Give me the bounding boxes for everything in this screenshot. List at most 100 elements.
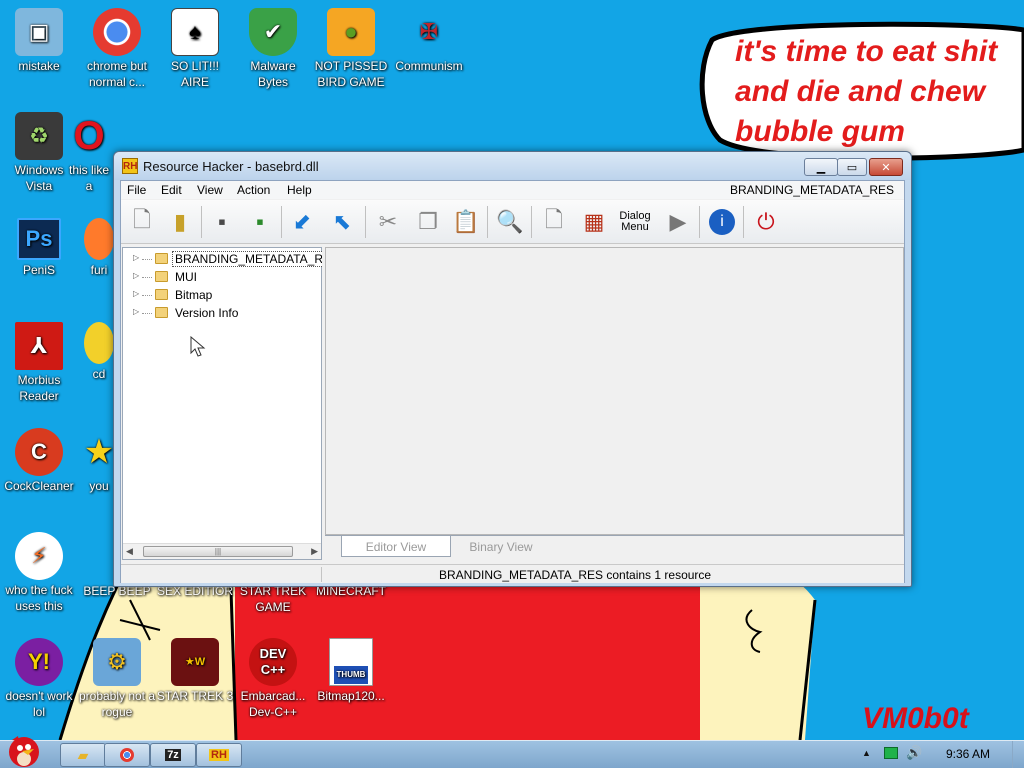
desktop-icon-morbius-reader[interactable]: ⅄ Morbius Reader xyxy=(0,322,78,404)
toolbar-separator xyxy=(281,206,282,238)
desktop-icon-this-like[interactable]: O this like a xyxy=(64,112,114,194)
open-button[interactable]: ▮ xyxy=(163,205,197,239)
monitor-icon: ▣ xyxy=(15,8,63,56)
pdf-icon: ⅄ xyxy=(15,322,63,370)
taskbar-resource-hacker-button[interactable]: RH xyxy=(196,743,242,767)
desktop-icon-chrome[interactable]: chrome but normal c... xyxy=(78,8,156,90)
volume-icon[interactable]: 🔊 xyxy=(906,745,922,761)
system-gears-icon: ⚙ xyxy=(93,638,141,686)
start-button[interactable] xyxy=(2,731,46,768)
bubble-line: and die and chew xyxy=(735,75,986,108)
desktop-icon-cockcleaner[interactable]: C CockCleaner xyxy=(0,428,78,494)
tree-item-mui[interactable]: ▷ MUI xyxy=(123,268,321,286)
toolbar-separator xyxy=(531,206,532,238)
lightning-icon: ⚡ xyxy=(15,532,63,580)
run-button[interactable]: ▶ xyxy=(661,205,695,239)
network-icon[interactable] xyxy=(884,747,898,759)
mouse-cursor-icon xyxy=(190,336,206,357)
tab-editor-view[interactable]: Editor View xyxy=(341,536,451,557)
menu-action[interactable]: Action xyxy=(237,183,270,197)
taskbar-chrome-button[interactable] xyxy=(104,743,150,767)
taskbar-explorer-button[interactable]: ▰ xyxy=(60,743,106,767)
desktop-icon-star-trek-3[interactable]: ★W STAR TREK 3 xyxy=(156,638,234,704)
show-desktop-button[interactable] xyxy=(1012,741,1024,768)
desktop-icon-star-trek-game[interactable]: STAR TREK GAME xyxy=(234,583,312,615)
scrollbar-thumb[interactable]: ||| xyxy=(143,546,293,557)
current-resource-label: BRANDING_METADATA_RES xyxy=(729,183,894,197)
cut-button[interactable]: ✂ xyxy=(371,205,405,239)
toolbar: 🗋 ▮ ▪ ▪ ⬋ ⬉ ✂ ❐ 📋 🔍 🗋 ▦ Dialog Menu ▶ i xyxy=(121,200,904,244)
scroll-right-icon[interactable]: ▶ xyxy=(311,546,318,557)
close-button[interactable]: ✕ xyxy=(869,158,903,176)
minimize-icon: ▁ xyxy=(816,161,826,174)
desktop-icon-penis[interactable]: Ps PeniS xyxy=(0,218,78,278)
forward-button[interactable]: ⬉ xyxy=(325,205,359,239)
save-button[interactable]: ▪ xyxy=(205,205,239,239)
watermark-text: VM0b0t xyxy=(862,702,969,735)
desktop-icon-so-lit[interactable]: ♠ SO LIT!!! AIRE xyxy=(156,8,234,90)
desktop-icon-dev-cpp[interactable]: DEV C++ Embarcad... Dev-C++ xyxy=(234,638,312,720)
new-file-icon: 🗋 xyxy=(133,207,151,232)
menu-edit[interactable]: Edit xyxy=(161,183,182,197)
desktop-icon-malware-bytes[interactable]: ✔ Malware Bytes xyxy=(234,8,312,90)
desktop-icon-mistake[interactable]: ▣ mistake xyxy=(0,8,78,74)
copy-icon: ❐ xyxy=(418,209,438,234)
tree-horizontal-scrollbar[interactable]: ◀ ||| ▶ xyxy=(123,543,321,559)
exit-button[interactable]: ⏻ xyxy=(749,205,783,239)
desktop-icon-not-pissed-bird[interactable]: ● NOT PISSED BIRD GAME xyxy=(312,8,390,90)
back-button[interactable]: ⬋ xyxy=(285,205,319,239)
tab-binary-view[interactable]: Binary View xyxy=(451,536,551,557)
tree-item-branding[interactable]: ▷ BRANDING_METADATA_RES xyxy=(123,250,343,268)
clock[interactable]: 9:36 AM xyxy=(946,747,990,761)
save-as-button[interactable]: ▪ xyxy=(243,205,277,239)
find-button[interactable]: 🔍 xyxy=(493,205,527,239)
expand-icon[interactable]: ▷ xyxy=(133,307,139,316)
toolbar-separator xyxy=(201,206,202,238)
arrow-forward-icon: ⬉ xyxy=(332,209,352,234)
desktop-icon-doesnt-work[interactable]: Y! doesn't work lol xyxy=(0,638,78,720)
desktop-icon-communism[interactable]: ✠ Communism xyxy=(390,8,468,74)
minimize-button[interactable]: ▁ xyxy=(804,158,838,176)
taskbar-7zip-button[interactable]: 7z xyxy=(150,743,196,767)
desktop-icon-bitmap[interactable]: THUMB Bitmap120... xyxy=(312,638,390,704)
tree-connector xyxy=(142,277,152,278)
resource-tree[interactable]: ▷ BRANDING_METADATA_RES ▷ MUI ▷ Bitmap ▷ xyxy=(122,247,343,560)
expand-icon[interactable]: ▷ xyxy=(133,271,139,280)
menu-view[interactable]: View xyxy=(197,183,223,197)
paste-button[interactable]: 📋 xyxy=(449,205,483,239)
desktop-icon-cd[interactable]: cd xyxy=(84,322,114,382)
dialog-menu-button[interactable]: Dialog Menu xyxy=(615,205,655,239)
tree-item-version-info[interactable]: ▷ Version Info xyxy=(123,304,321,322)
tree-item-label: MUI xyxy=(175,270,197,284)
tree-connector xyxy=(142,313,152,314)
speech-bubble-text: it's time to eat shit and die and chew b… xyxy=(735,32,1024,152)
desktop-icon-probably-not-rogue[interactable]: ⚙ probably not a rogue xyxy=(78,638,156,720)
expand-icon[interactable]: ▷ xyxy=(133,253,139,262)
toolbar-separator xyxy=(487,206,488,238)
paste-icon: 📋 xyxy=(452,209,480,234)
new-file-button[interactable]: 🗋 xyxy=(125,205,159,239)
desktop-icon-fur[interactable]: furi xyxy=(84,218,114,278)
power-icon: ⏻ xyxy=(757,209,775,234)
tree-item-bitmap[interactable]: ▷ Bitmap xyxy=(123,286,321,304)
expand-icon[interactable]: ▷ xyxy=(133,289,139,298)
add-blank-icon: 🗋 xyxy=(545,207,563,232)
resource-hacker-window[interactable]: RH Resource Hacker - basebrd.dll ▁ ▭ ✕ F… xyxy=(113,151,912,587)
window-titlebar[interactable]: RH Resource Hacker - basebrd.dll ▁ ▭ ✕ xyxy=(114,152,911,180)
photoshop-icon: Ps xyxy=(17,218,61,260)
show-hidden-icons-icon[interactable]: ▲ xyxy=(862,748,871,758)
star-icon: ★ xyxy=(83,433,115,471)
bubble-line: bubble gum xyxy=(735,115,905,148)
editor-pane[interactable] xyxy=(325,247,904,535)
desktop-icon-you[interactable]: ★ you xyxy=(84,428,114,494)
maximize-button[interactable]: ▭ xyxy=(837,158,867,176)
info-button[interactable]: i xyxy=(705,205,739,239)
desktop-icon-who-uses-this[interactable]: ⚡ who the fuck uses this xyxy=(0,532,78,614)
add-resource-button[interactable]: 🗋 xyxy=(537,205,571,239)
add-image-button[interactable]: ▦ xyxy=(577,205,611,239)
menu-file[interactable]: File xyxy=(127,183,146,197)
copy-button[interactable]: ❐ xyxy=(411,205,445,239)
angry-bird-start-icon xyxy=(9,736,39,767)
scroll-left-icon[interactable]: ◀ xyxy=(126,546,133,557)
menu-help[interactable]: Help xyxy=(287,183,312,197)
